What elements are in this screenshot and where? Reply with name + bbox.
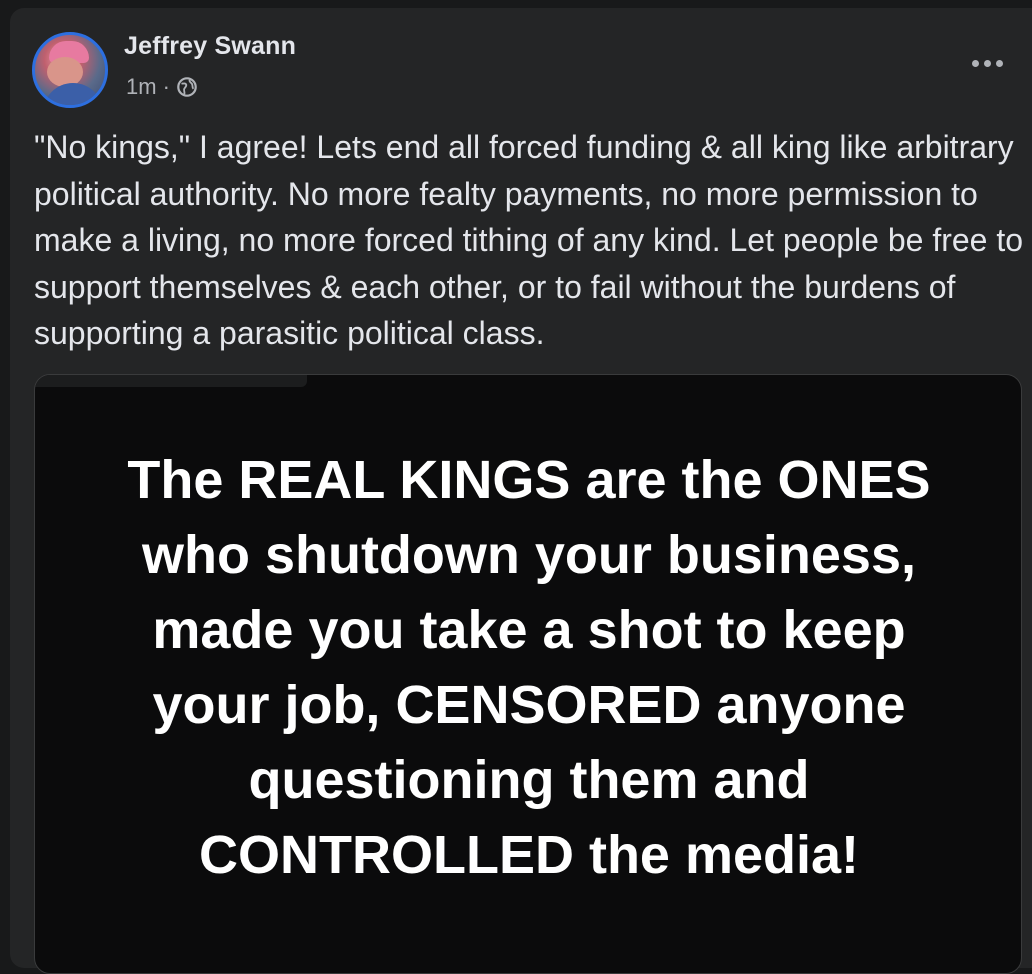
image-caption-text: The REAL KINGS are the ONES who shutdown… [127, 450, 931, 885]
post-card: Jeffrey Swann 1m · "No kings," I agree! … [10, 8, 1032, 974]
meta-separator: · [162, 74, 170, 99]
author-avatar[interactable] [32, 32, 108, 108]
post-text: "No kings," I agree! Lets end all forced… [34, 129, 1024, 351]
post-timestamp[interactable]: 1m [126, 74, 157, 100]
more-options-icon [971, 59, 979, 67]
globe-icon[interactable] [176, 76, 198, 98]
avatar-shirt [43, 83, 103, 105]
more-options-icon-dot [983, 59, 991, 67]
more-options-button[interactable] [964, 48, 1010, 78]
post-meta: 1m · [126, 74, 198, 100]
author-name[interactable]: Jeffrey Swann [124, 32, 296, 61]
image-top-strip [35, 375, 307, 387]
post-image[interactable]: The REAL KINGS are the ONES who shutdown… [34, 374, 1022, 974]
more-options-icon-dot [995, 59, 1003, 67]
